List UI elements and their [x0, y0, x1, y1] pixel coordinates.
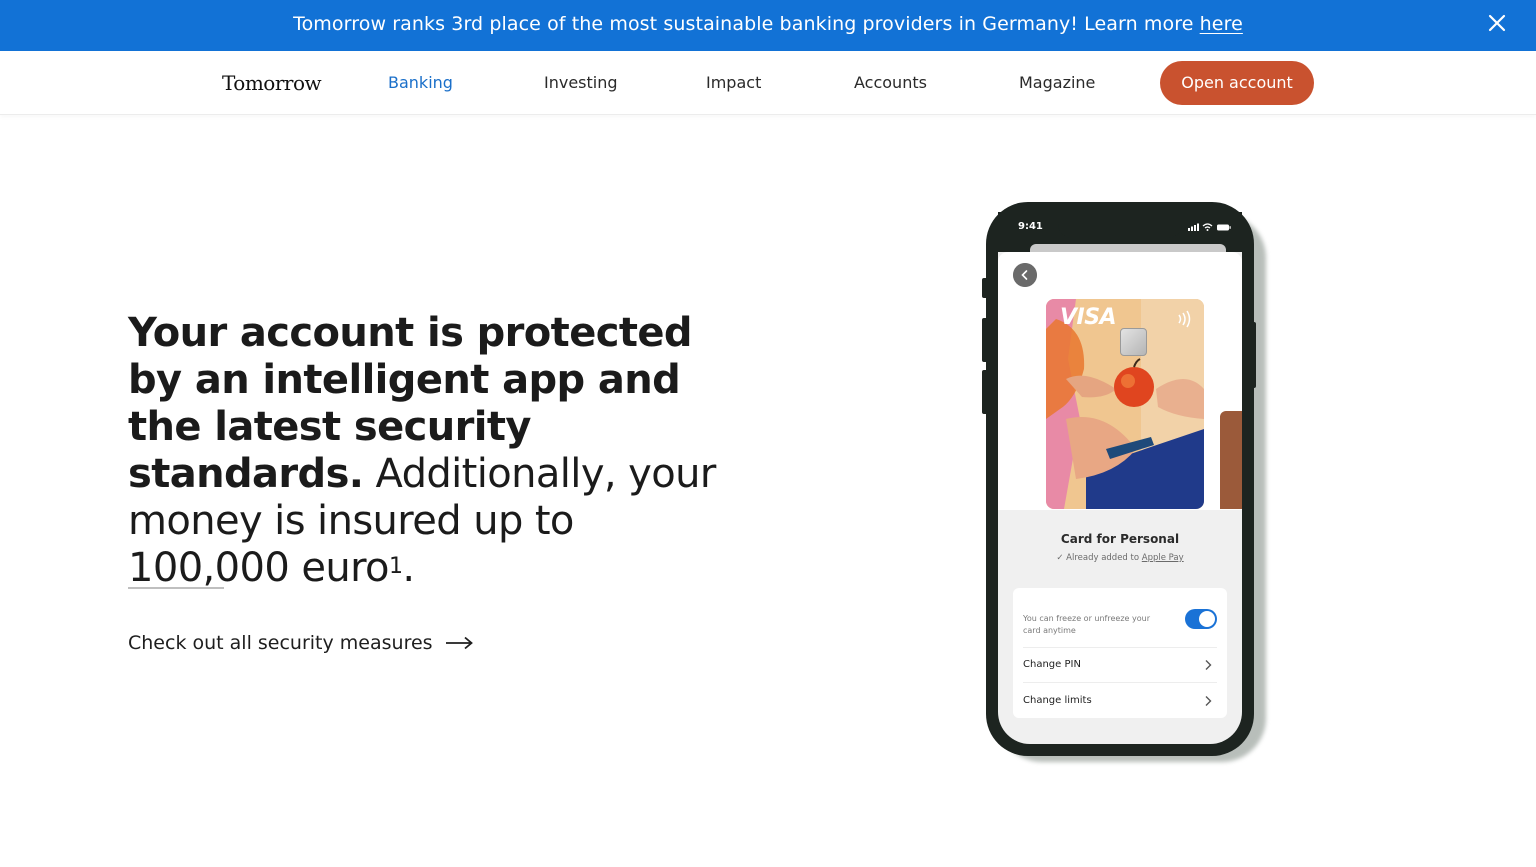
divider: [128, 587, 224, 589]
main-navigation: Tomorrow Banking Investing Impact Accoun…: [0, 51, 1536, 115]
freeze-description: You can freeze or unfreeze your card any…: [1023, 614, 1150, 635]
nav-item-banking[interactable]: Banking: [388, 73, 453, 92]
visa-logo: VISA: [1060, 305, 1117, 330]
card-subtitle: ✓ Already added to Apple Pay: [998, 553, 1242, 563]
arrow-right-icon: [445, 636, 473, 650]
announcement-banner: Tomorrow ranks 3rd place of the most sus…: [0, 0, 1536, 51]
change-pin-row[interactable]: Change PIN: [1023, 659, 1081, 670]
sheet-handle: [1030, 244, 1226, 252]
banner-message: Tomorrow ranks 3rd place of the most sus…: [0, 13, 1536, 35]
chevron-right-icon: [1205, 696, 1212, 706]
headline-end: .: [402, 545, 415, 591]
footnote-marker[interactable]: 1: [389, 554, 403, 579]
status-icons: [1188, 223, 1231, 231]
banner-learn-more-link[interactable]: here: [1200, 13, 1243, 35]
back-icon[interactable]: [1013, 263, 1037, 287]
row-separator: [1023, 682, 1217, 683]
nav-item-magazine[interactable]: Magazine: [1019, 73, 1095, 92]
hero-headline: Your account is protected by an intellig…: [128, 310, 728, 592]
phone-volume-down-button: [982, 370, 988, 414]
check-icon: ✓: [1056, 553, 1067, 563]
phone-power-button: [1250, 322, 1256, 388]
security-measures-label: Check out all security measures: [128, 632, 433, 654]
close-icon[interactable]: [1486, 12, 1508, 34]
open-account-button[interactable]: Open account: [1160, 61, 1314, 105]
nav-item-investing[interactable]: Investing: [544, 73, 618, 92]
chevron-right-icon: [1205, 660, 1212, 670]
security-measures-link[interactable]: Check out all security measures: [128, 632, 473, 654]
row-separator: [1023, 647, 1217, 648]
card-chip: [1120, 328, 1147, 356]
apple-pay-link[interactable]: Apple Pay: [1142, 553, 1184, 563]
nav-item-accounts[interactable]: Accounts: [854, 73, 927, 92]
change-limits-row[interactable]: Change limits: [1023, 695, 1092, 706]
nav-item-impact[interactable]: Impact: [706, 73, 761, 92]
status-time: 9:41: [1018, 221, 1043, 232]
next-card-peek[interactable]: [1220, 411, 1242, 509]
contactless-icon: [1178, 310, 1191, 328]
card-title: Card for Personal: [1060, 532, 1180, 546]
tomorrow-logo[interactable]: Tomorrow: [222, 71, 322, 95]
banner-text: Tomorrow ranks 3rd place of the most sus…: [293, 13, 1200, 35]
phone-notch: [1058, 212, 1182, 238]
phone-side-button: [982, 278, 988, 298]
card-subtitle-prefix: Already added to: [1066, 553, 1142, 563]
freeze-toggle-knob: [1199, 611, 1215, 627]
phone-volume-up-button: [982, 318, 988, 362]
